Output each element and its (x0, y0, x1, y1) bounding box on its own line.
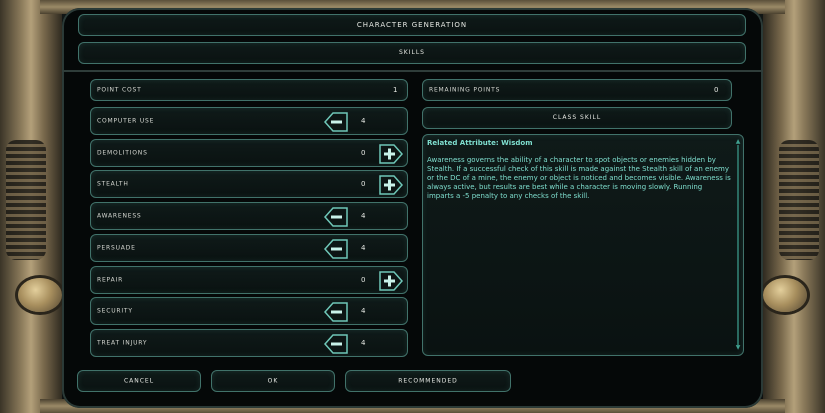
skill-row-computer-use[interactable]: Computer Use 4 (90, 107, 408, 135)
skill-label: Security (97, 307, 133, 315)
minus-arrow-icon (323, 112, 349, 137)
skill-value: 4 (361, 307, 366, 315)
increase-repair-button[interactable] (378, 270, 404, 292)
decrease-awareness-button[interactable] (323, 206, 349, 228)
plus-arrow-icon (378, 271, 404, 296)
remaining-points-value: 0 (714, 86, 719, 94)
description-scrollbar[interactable]: ▲ ▼ (735, 139, 741, 351)
ok-button-label: OK (267, 377, 279, 385)
remaining-points-label: Remaining Points (429, 86, 501, 94)
related-attribute: Related Attribute: Wisdom (427, 139, 533, 147)
skill-value: 4 (361, 117, 366, 125)
class-skill-label: Class Skill (552, 114, 602, 121)
skill-label: Persuade (97, 244, 136, 252)
skill-label: Demolitions (97, 149, 148, 157)
page-subtitle: Skills (398, 49, 425, 56)
decrease-treat-injury-button[interactable] (323, 333, 349, 355)
description-text: Awareness governs the ability of a chara… (427, 156, 731, 200)
skill-description: Related Attribute: Wisdom Awareness gove… (427, 139, 731, 201)
decrease-computer-use-button[interactable] (323, 111, 349, 133)
increase-demolitions-button[interactable] (378, 143, 404, 165)
header-divider (62, 70, 763, 72)
skill-row-treat-injury[interactable]: Treat Injury 4 (90, 329, 408, 357)
vent-grille-left-icon (6, 140, 46, 260)
point-cost-row: Point Cost 1 (90, 79, 408, 101)
skill-value: 0 (361, 180, 366, 188)
game-screen: Character Generation Skills Point Cost 1… (0, 0, 825, 413)
skill-label: Computer Use (97, 117, 155, 125)
minus-arrow-icon (323, 302, 349, 327)
increase-stealth-button[interactable] (378, 174, 404, 196)
scroll-up-icon[interactable]: ▲ (735, 139, 741, 145)
cancel-button-label: Cancel (123, 377, 155, 385)
decrease-security-button[interactable] (323, 301, 349, 323)
skill-label: Stealth (97, 180, 129, 188)
remaining-points-row: Remaining Points 0 (422, 79, 732, 101)
header-title-bar: Character Generation (78, 14, 746, 36)
skill-row-awareness[interactable]: Awareness 4 (90, 202, 408, 230)
scrollbar-track[interactable] (737, 145, 739, 345)
skill-label: Awareness (97, 212, 142, 220)
skill-row-security[interactable]: Security 4 (90, 297, 408, 325)
brass-knob-left-icon (18, 278, 62, 312)
plus-arrow-icon (378, 144, 404, 169)
point-cost-label: Point Cost (97, 86, 142, 94)
recommended-button-label: Recommended (398, 377, 458, 385)
page-title: Character Generation (356, 21, 468, 29)
skill-value: 4 (361, 212, 366, 220)
skill-value: 4 (361, 339, 366, 347)
ok-button[interactable]: OK (211, 370, 335, 392)
header-subtitle-bar: Skills (78, 42, 746, 64)
skill-value: 4 (361, 244, 366, 252)
minus-arrow-icon (323, 207, 349, 232)
brass-knob-right-icon (763, 278, 807, 312)
skill-value: 0 (361, 149, 366, 157)
scroll-down-icon[interactable]: ▼ (735, 345, 741, 351)
decrease-persuade-button[interactable] (323, 238, 349, 260)
skill-row-persuade[interactable]: Persuade 4 (90, 234, 408, 262)
plus-arrow-icon (378, 175, 404, 200)
skill-value: 0 (361, 276, 366, 284)
class-skill-bar: Class Skill (422, 107, 732, 129)
skill-row-repair[interactable]: Repair 0 (90, 266, 408, 294)
minus-arrow-icon (323, 334, 349, 359)
skill-row-demolitions[interactable]: Demolitions 0 (90, 139, 408, 167)
point-cost-value: 1 (393, 86, 398, 94)
vent-grille-right-icon (779, 140, 819, 260)
recommended-button[interactable]: Recommended (345, 370, 511, 392)
skill-label: Repair (97, 276, 124, 284)
skill-row-stealth[interactable]: Stealth 0 (90, 170, 408, 198)
cancel-button[interactable]: Cancel (77, 370, 201, 392)
skill-description-panel[interactable]: Related Attribute: Wisdom Awareness gove… (422, 134, 744, 356)
skill-label: Treat Injury (97, 339, 148, 347)
minus-arrow-icon (323, 239, 349, 264)
